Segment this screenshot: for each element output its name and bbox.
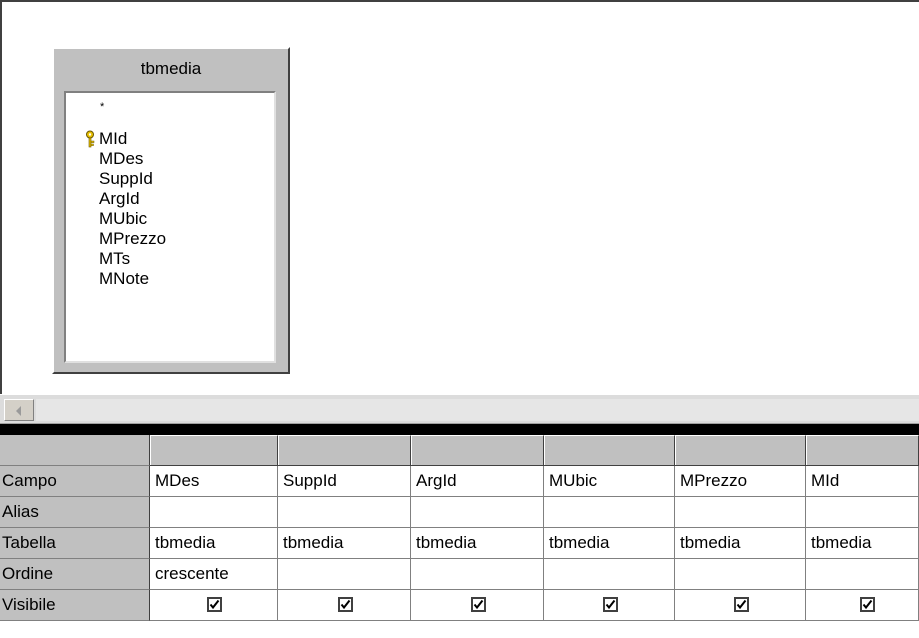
grid-row-sort: Ordine crescente: [0, 559, 919, 590]
sort-cell[interactable]: crescente: [150, 559, 278, 590]
row-label: Alias: [0, 497, 150, 528]
key-icon: [84, 130, 96, 148]
sort-cell[interactable]: [411, 559, 544, 590]
field-cell[interactable]: MPrezzo: [675, 466, 806, 497]
visible-cell: [806, 590, 919, 621]
sort-cell[interactable]: [806, 559, 919, 590]
table-cell[interactable]: tbmedia: [411, 528, 544, 559]
visible-checkbox[interactable]: [860, 597, 875, 612]
field-cell[interactable]: SuppId: [278, 466, 411, 497]
checkbox-checked-icon: [340, 599, 351, 610]
column-selector[interactable]: [150, 435, 278, 466]
row-label: Tabella: [0, 528, 150, 559]
visible-checkbox[interactable]: [207, 597, 222, 612]
field-item[interactable]: MDes: [99, 149, 143, 169]
table-cell[interactable]: tbmedia: [806, 528, 919, 559]
visible-cell: [278, 590, 411, 621]
field-cell[interactable]: MDes: [150, 466, 278, 497]
field-item[interactable]: MNote: [99, 269, 149, 289]
table-cell[interactable]: tbmedia: [544, 528, 675, 559]
field-item[interactable]: MId: [99, 129, 127, 149]
field-cell[interactable]: MUbic: [544, 466, 675, 497]
visible-checkbox[interactable]: [603, 597, 618, 612]
sort-cell[interactable]: [675, 559, 806, 590]
query-criteria-grid: Campo MDes SuppId ArgId MUbic MPrezzo MI…: [0, 435, 919, 638]
grid-row-table: Tabella tbmedia tbmedia tbmedia tbmedia …: [0, 528, 919, 559]
alias-cell[interactable]: [150, 497, 278, 528]
table-title[interactable]: tbmedia: [54, 59, 288, 79]
field-item[interactable]: ArgId: [99, 189, 140, 209]
scroll-track[interactable]: [36, 399, 919, 421]
grid-row-field: Campo MDes SuppId ArgId MUbic MPrezzo MI…: [0, 466, 919, 497]
column-selector[interactable]: [544, 435, 675, 466]
corner-cell: [0, 435, 150, 466]
checkbox-checked-icon: [473, 599, 484, 610]
all-fields-item[interactable]: *: [100, 101, 104, 113]
alias-cell[interactable]: [411, 497, 544, 528]
table-cell[interactable]: tbmedia: [150, 528, 278, 559]
alias-cell[interactable]: [806, 497, 919, 528]
field-item[interactable]: MPrezzo: [99, 229, 166, 249]
column-selector[interactable]: [278, 435, 411, 466]
grid-row-alias: Alias: [0, 497, 919, 528]
horizontal-scrollbar[interactable]: [0, 394, 919, 424]
column-selector[interactable]: [806, 435, 919, 466]
row-label: Ordine: [0, 559, 150, 590]
query-design-pane[interactable]: tbmedia * MId MDes SuppId ArgId MUbic MP…: [0, 0, 919, 394]
visible-cell: [411, 590, 544, 621]
field-item[interactable]: MTs: [99, 249, 130, 269]
field-cell[interactable]: MId: [806, 466, 919, 497]
row-label: Visibile: [0, 590, 150, 621]
alias-cell[interactable]: [278, 497, 411, 528]
arrow-left-icon: [16, 406, 21, 416]
scroll-left-button[interactable]: [4, 399, 34, 421]
alias-cell[interactable]: [675, 497, 806, 528]
checkbox-checked-icon: [736, 599, 747, 610]
alias-cell[interactable]: [544, 497, 675, 528]
visible-checkbox[interactable]: [734, 597, 749, 612]
visible-checkbox[interactable]: [338, 597, 353, 612]
field-item[interactable]: MUbic: [99, 209, 147, 229]
sort-cell[interactable]: [544, 559, 675, 590]
table-cell[interactable]: tbmedia: [675, 528, 806, 559]
field-cell[interactable]: ArgId: [411, 466, 544, 497]
table-field-list-window[interactable]: tbmedia * MId MDes SuppId ArgId MUbic MP…: [52, 47, 290, 374]
column-selector[interactable]: [411, 435, 544, 466]
grid-header-row: [0, 435, 919, 466]
field-item[interactable]: SuppId: [99, 169, 153, 189]
visible-cell: [544, 590, 675, 621]
field-list[interactable]: * MId MDes SuppId ArgId MUbic MPrezzo MT…: [64, 91, 276, 363]
row-label: Campo: [0, 466, 150, 497]
checkbox-checked-icon: [605, 599, 616, 610]
visible-checkbox[interactable]: [471, 597, 486, 612]
visible-cell: [150, 590, 278, 621]
pane-splitter[interactable]: [0, 424, 919, 435]
column-selector[interactable]: [675, 435, 806, 466]
grid-row-visible: Visibile: [0, 590, 919, 621]
table-cell[interactable]: tbmedia: [278, 528, 411, 559]
sort-cell[interactable]: [278, 559, 411, 590]
checkbox-checked-icon: [209, 599, 220, 610]
checkbox-checked-icon: [862, 599, 873, 610]
visible-cell: [675, 590, 806, 621]
